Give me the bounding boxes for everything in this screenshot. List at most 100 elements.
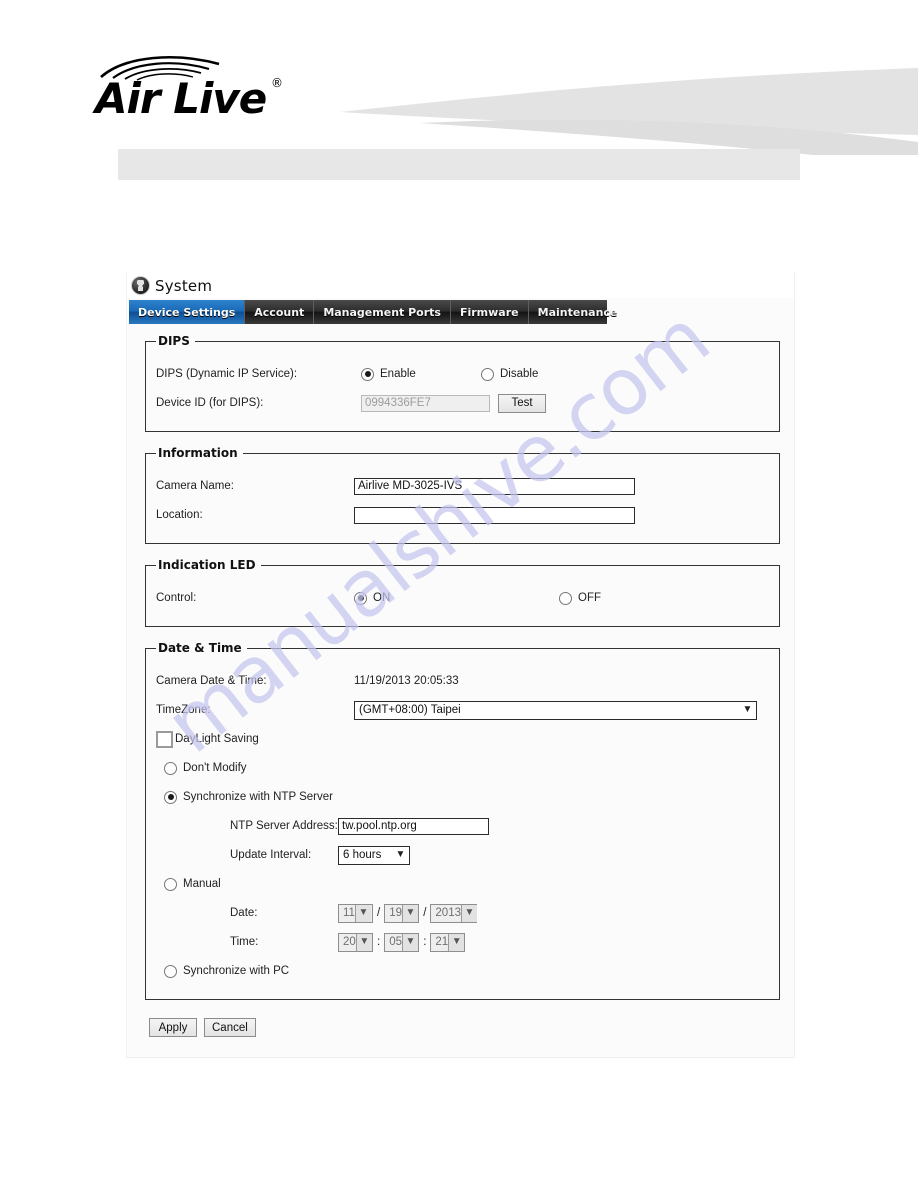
chevron-down-icon: ▼ [402,933,418,951]
form-actions: Apply Cancel [145,1014,780,1043]
time-minute-select[interactable]: 05 ▼ [384,932,420,952]
manual-mode-option[interactable]: Manual [164,877,221,891]
chevron-down-icon: ▼ [461,904,477,922]
update-interval-select[interactable]: 6 hours ▼ [338,845,410,865]
daylight-saving-option[interactable]: DayLight Saving [156,730,259,748]
manual-mode-label: Manual [183,878,221,890]
time-separator-2: : [423,936,427,948]
date-day-select[interactable]: 19 ▼ [384,903,420,923]
information-section: Information Camera Name: Location: [145,446,780,544]
timezone-select[interactable]: (GMT+08:00) Taipei ▼ [354,700,757,720]
dont-modify-option[interactable]: Don't Modify [164,761,247,775]
dont-modify-radio[interactable] [164,761,177,775]
apply-button[interactable]: Apply [149,1018,197,1037]
sync-pc-radio[interactable] [164,964,177,978]
camera-datetime-value: 11/19/2013 20:05:33 [354,675,459,687]
camera-name-input[interactable] [354,477,635,495]
user-bust-icon [131,276,150,295]
tab-maintenance[interactable]: Maintenance [529,300,627,324]
logo-wordmark: Air Live [95,74,267,123]
ntp-server-row: NTP Server Address: [230,815,769,837]
chevron-down-icon: ▼ [354,904,371,922]
dips-enable-option[interactable]: Enable [361,367,481,381]
tab-device-settings[interactable]: Device Settings [129,300,246,324]
location-label: Location: [156,509,203,521]
header-swoosh-decoration [340,15,918,167]
indication-led-legend: Indication LED [158,558,256,572]
indication-led-section: Indication LED Control: ON OFF [145,558,780,627]
ntp-mode-option[interactable]: Synchronize with NTP Server [164,790,333,804]
date-month-select[interactable]: 11 ▼ [338,903,373,923]
sync-pc-label: Synchronize with PC [183,965,290,977]
led-off-radio[interactable] [559,591,572,605]
time-second-select[interactable]: 21 ▼ [430,932,466,952]
update-interval-label: Update Interval: [230,849,312,861]
ntp-server-input[interactable] [338,817,489,835]
settings-form: DIPS DIPS (Dynamic IP Service): Enable D… [127,324,794,1057]
chevron-down-icon: ▼ [355,933,372,951]
daylight-saving-checkbox[interactable] [156,730,173,748]
date-year-select[interactable]: 2013 ▼ [430,903,478,923]
led-off-label: OFF [578,592,601,604]
led-on-option[interactable]: ON [354,591,559,605]
cancel-button[interactable]: Cancel [204,1018,256,1037]
test-button[interactable]: Test [498,393,546,413]
panel-title: System [127,272,794,298]
camera-datetime-label: Camera Date & Time: [156,675,267,687]
tab-management-ports[interactable]: Management Ports [314,300,451,324]
camera-datetime-row: Camera Date & Time: 11/19/2013 20:05:33 [156,670,769,692]
ntp-server-label: NTP Server Address: [230,820,338,832]
led-on-radio[interactable] [354,591,367,605]
date-separator-2: / [423,907,427,919]
camera-name-label: Camera Name: [156,480,234,492]
led-control-row: Control: ON OFF [156,587,769,609]
dips-disable-radio[interactable] [481,367,494,381]
daylight-saving-row: DayLight Saving [156,728,769,750]
time-separator-1: : [377,936,381,948]
header-accent-bar [118,149,800,180]
timezone-label: TimeZone: [156,704,211,716]
logo-trademark: ® [271,76,283,90]
chevron-down-icon: ▼ [448,933,465,951]
manual-mode-row: Manual [164,873,769,895]
timezone-value: (GMT+08:00) Taipei [359,704,461,716]
date-separator-1: / [377,907,381,919]
dips-legend: DIPS [158,334,190,348]
dips-device-id-row: Device ID (for DIPS): Test [156,392,769,414]
information-legend: Information [158,446,238,460]
time-minute-value: 05 [389,936,402,948]
location-row: Location: [156,504,769,526]
sync-pc-option[interactable]: Synchronize with PC [164,964,290,978]
date-day-value: 19 [389,907,402,919]
location-input[interactable] [354,506,635,524]
led-control-label: Control: [156,592,197,604]
tab-account[interactable]: Account [245,300,315,324]
ntp-mode-radio[interactable] [164,790,177,804]
page-header: Air Live ® [0,0,918,200]
date-label: Date: [230,907,258,919]
page-title: System [155,276,213,295]
date-time-legend: Date & Time [158,641,242,655]
update-interval-value: 6 hours [343,849,382,861]
time-label: Time: [230,936,259,948]
airlive-logo: Air Live ® [95,52,295,123]
dips-enable-label: Enable [380,368,416,380]
device-id-input[interactable] [361,394,490,412]
time-hour-value: 20 [343,936,356,948]
timezone-row: TimeZone: (GMT+08:00) Taipei ▼ [156,699,769,721]
manual-time-row: Time: 20 ▼ : 05 ▼ : 21 ▼ [230,931,769,953]
chevron-down-icon: ▼ [402,904,418,922]
tab-firmware[interactable]: Firmware [451,300,529,324]
sync-pc-row: Synchronize with PC [164,960,769,982]
dips-disable-option[interactable]: Disable [481,367,538,381]
time-hour-select[interactable]: 20 ▼ [338,932,373,952]
chevron-down-icon: ▼ [742,704,753,715]
dips-enable-radio[interactable] [361,367,374,381]
led-off-option[interactable]: OFF [559,591,601,605]
camera-name-row: Camera Name: [156,475,769,497]
dips-section: DIPS DIPS (Dynamic IP Service): Enable D… [145,334,780,432]
ntp-mode-row: Synchronize with NTP Server [164,786,769,808]
dips-service-row: DIPS (Dynamic IP Service): Enable Disabl… [156,363,769,385]
time-second-value: 21 [435,936,449,948]
manual-mode-radio[interactable] [164,877,177,891]
